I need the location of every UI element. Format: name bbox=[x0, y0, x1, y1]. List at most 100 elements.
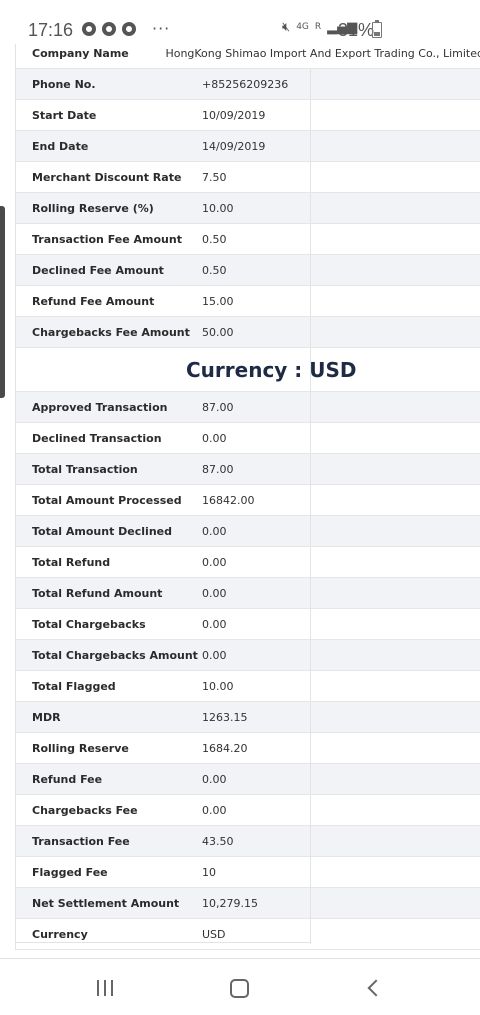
row-label: Rolling Reserve (%) bbox=[32, 201, 154, 215]
row-value: 0.50 bbox=[202, 232, 227, 246]
row-value: 15.00 bbox=[202, 294, 234, 308]
row-label: Declined Transaction bbox=[32, 431, 162, 445]
row-label: Total Amount Processed bbox=[32, 493, 182, 507]
row-label: Approved Transaction bbox=[32, 400, 168, 414]
table-row: Total Chargebacks 0.00 bbox=[16, 609, 480, 640]
row-value: 10.00 bbox=[202, 201, 234, 215]
currency-heading-row: Currency : USD bbox=[16, 348, 480, 392]
table-row: Transaction Fee 43.50 bbox=[16, 826, 480, 857]
row-value: 0.00 bbox=[202, 803, 227, 817]
row-label: Transaction Fee bbox=[32, 834, 130, 848]
row-label: Rolling Reserve bbox=[32, 741, 129, 755]
row-value: 10 bbox=[202, 865, 216, 879]
table-row: MDR 1263.15 bbox=[16, 702, 480, 733]
status-bar: 17:16 ··· 🔇︎ 4G R ▂▄▆ 31% bbox=[0, 0, 480, 44]
row-label: Total Flagged bbox=[32, 679, 116, 693]
row-value: 0.00 bbox=[202, 586, 227, 600]
row-value: 10,279.15 bbox=[202, 896, 258, 910]
edge-panel-handle[interactable] bbox=[0, 206, 5, 398]
table-row: Flagged Fee 10 bbox=[16, 857, 480, 888]
settlement-summary: Approved Transaction 87.00 Declined Transa… bbox=[16, 392, 480, 950]
row-label: Chargebacks Fee bbox=[32, 803, 138, 817]
notification-app-icon bbox=[82, 22, 96, 36]
table-row: Rolling Reserve (%) 10.00 bbox=[16, 193, 480, 224]
battery-icon bbox=[372, 20, 382, 38]
row-value: 0.00 bbox=[202, 431, 227, 445]
notification-app-icon bbox=[102, 22, 116, 36]
table-row: Declined Fee Amount 0.50 bbox=[16, 255, 480, 286]
row-value: 16842.00 bbox=[202, 493, 255, 507]
settlement-table: Company Name HongKong Shimao Import And E… bbox=[15, 38, 480, 950]
table-row: Total Chargebacks Amount 0.00 bbox=[16, 640, 480, 671]
table-row: Total Flagged 10.00 bbox=[16, 671, 480, 702]
recent-apps-button[interactable] bbox=[97, 980, 113, 996]
notification-icons bbox=[82, 22, 136, 36]
row-value: 43.50 bbox=[202, 834, 234, 848]
table-row: Merchant Discount Rate 7.50 bbox=[16, 162, 480, 193]
table-row: Refund Fee 0.00 bbox=[16, 764, 480, 795]
row-label: Refund Fee Amount bbox=[32, 294, 155, 308]
row-value: +85256209236 bbox=[202, 77, 289, 91]
table-row: Declined Transaction 0.00 bbox=[16, 423, 480, 454]
navigation-bar bbox=[0, 958, 480, 1015]
notification-app-icon bbox=[122, 22, 136, 36]
mute-icon: 🔇︎ bbox=[282, 20, 291, 35]
table-row: Refund Fee Amount 15.00 bbox=[16, 286, 480, 317]
row-value: 50.00 bbox=[202, 325, 234, 339]
row-value: 0.00 bbox=[202, 772, 227, 786]
table-row: Transaction Fee Amount 0.50 bbox=[16, 224, 480, 255]
roaming-icon: R bbox=[314, 22, 322, 32]
table-row: Total Refund Amount 0.00 bbox=[16, 578, 480, 609]
table-row: Phone No. +85256209236 bbox=[16, 69, 480, 100]
status-time: 17:16 bbox=[28, 20, 74, 40]
merchant-details: Company Name HongKong Shimao Import And E… bbox=[16, 38, 480, 348]
row-value: 0.00 bbox=[202, 648, 227, 662]
table-row: Total Transaction 87.00 bbox=[16, 454, 480, 485]
row-label: Merchant Discount Rate bbox=[32, 170, 182, 184]
row-label: Total Amount Declined bbox=[32, 524, 172, 538]
back-button[interactable] bbox=[367, 979, 385, 997]
battery-percentage: 31% bbox=[338, 20, 375, 40]
row-label: Total Chargebacks Amount bbox=[32, 648, 198, 662]
row-label: Company Name bbox=[32, 46, 129, 60]
row-label: Refund Fee bbox=[32, 772, 103, 786]
table-bottom-border bbox=[15, 942, 311, 943]
row-label: Total Chargebacks bbox=[32, 617, 146, 631]
row-value: 7.50 bbox=[202, 170, 227, 184]
home-button[interactable] bbox=[230, 979, 249, 998]
currency-heading: Currency : USD bbox=[186, 357, 357, 382]
row-label: Chargebacks Fee Amount bbox=[32, 325, 190, 339]
table-row: Rolling Reserve 1684.20 bbox=[16, 733, 480, 764]
table-row: Chargebacks Fee 0.00 bbox=[16, 795, 480, 826]
row-value: 14/09/2019 bbox=[202, 139, 266, 153]
row-label: Transaction Fee Amount bbox=[32, 232, 182, 246]
row-label: Total Transaction bbox=[32, 462, 138, 476]
row-value: 0.50 bbox=[202, 263, 227, 277]
row-label: Currency bbox=[32, 927, 88, 941]
row-value: 0.00 bbox=[202, 524, 227, 538]
table-row: Currency USD bbox=[16, 919, 480, 950]
row-value: USD bbox=[202, 927, 226, 941]
table-row: Total Amount Declined 0.00 bbox=[16, 516, 480, 547]
table-row: Net Settlement Amount 10,279.15 bbox=[16, 888, 480, 919]
row-label: Total Refund Amount bbox=[32, 586, 163, 600]
row-value: 10/09/2019 bbox=[202, 108, 266, 122]
table-row: Total Refund 0.00 bbox=[16, 547, 480, 578]
row-value: 0.00 bbox=[202, 555, 227, 569]
column-divider bbox=[310, 68, 311, 944]
table-row: Approved Transaction 87.00 bbox=[16, 392, 480, 423]
table-row: Total Amount Processed 16842.00 bbox=[16, 485, 480, 516]
row-label: End Date bbox=[32, 139, 89, 153]
table-row: End Date 14/09/2019 bbox=[16, 131, 480, 162]
row-value: 1263.15 bbox=[202, 710, 248, 724]
row-label: Net Settlement Amount bbox=[32, 896, 180, 910]
table-row: Start Date 10/09/2019 bbox=[16, 100, 480, 131]
network-type-icon: 4G bbox=[296, 22, 309, 32]
row-label: Declined Fee Amount bbox=[32, 263, 164, 277]
row-value: 87.00 bbox=[202, 462, 234, 476]
more-notifications-icon: ··· bbox=[152, 19, 171, 38]
row-value: 0.00 bbox=[202, 617, 227, 631]
table-row: Chargebacks Fee Amount 50.00 bbox=[16, 317, 480, 348]
row-value: 87.00 bbox=[202, 400, 234, 414]
row-label: Flagged Fee bbox=[32, 865, 108, 879]
